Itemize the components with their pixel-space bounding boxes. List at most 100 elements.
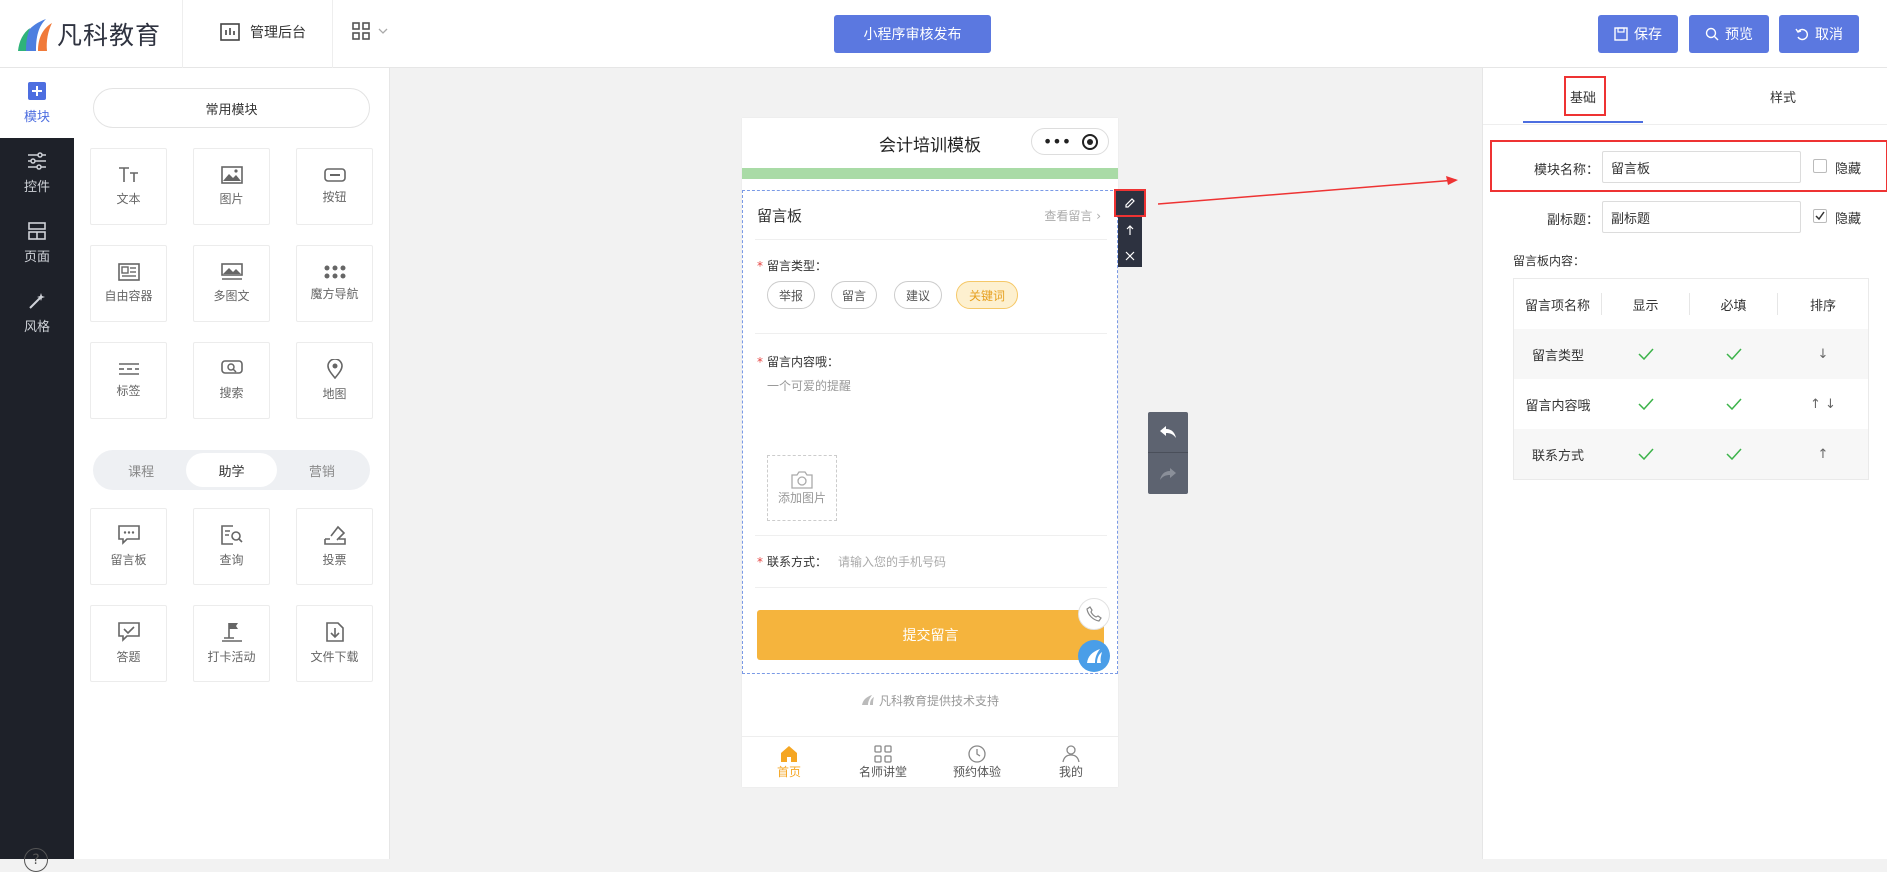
- redo-arrow-icon: [1160, 467, 1176, 480]
- sort-controls[interactable]: ↑: [1778, 429, 1868, 479]
- add-image-button[interactable]: 添加图片: [767, 455, 837, 521]
- divider: [1483, 124, 1887, 125]
- module-text[interactable]: 文本: [90, 148, 167, 225]
- submit-message-button[interactable]: 提交留言: [757, 610, 1104, 660]
- divider: [755, 535, 1107, 536]
- module-checkin[interactable]: 打卡活动: [193, 605, 270, 682]
- help-icon[interactable]: ?: [24, 848, 48, 872]
- table-row: 留言类型 ↓: [1514, 329, 1868, 379]
- preview-button[interactable]: 预览: [1689, 15, 1769, 53]
- tab-study[interactable]: 助学: [186, 453, 277, 487]
- nav-label: 页面: [23, 249, 50, 265]
- tab-teachers[interactable]: 名师讲堂: [836, 737, 930, 787]
- contact-input[interactable]: 请输入您的手机号码: [838, 553, 946, 570]
- delete-button[interactable]: [1118, 243, 1142, 269]
- phone-preview: 会计培训模板 ••• 留言板 查看留言 › * 留言类型： 举报 留言 建议 关键…: [742, 118, 1118, 787]
- message-items-table: 留言项名称 显示 必填 排序 留言类型 ↓ 留言内容哦 ↑ ↓ 联系方式 ↑: [1513, 278, 1869, 480]
- search-box-icon: [220, 360, 243, 374]
- edit-button[interactable]: [1114, 189, 1146, 217]
- module-search[interactable]: 搜索: [193, 342, 270, 419]
- brand-name: 凡科教育: [57, 21, 162, 50]
- cancel-button[interactable]: 取消: [1779, 15, 1859, 53]
- subtitle-input[interactable]: 副标题: [1602, 201, 1801, 233]
- move-up-button[interactable]: [1118, 217, 1142, 243]
- magic-wand-icon: [29, 292, 45, 309]
- more-dots-icon: •••: [1042, 131, 1072, 151]
- check-icon: [1638, 448, 1654, 460]
- module-button[interactable]: 按钮: [296, 148, 373, 225]
- module-free-container[interactable]: 自由容器: [90, 245, 167, 322]
- preview-label: 预览: [1725, 27, 1753, 43]
- module-label: 标签: [116, 384, 141, 398]
- content-section-label: 留言板内容：: [1513, 254, 1586, 268]
- common-modules-header[interactable]: 常用模块: [93, 88, 370, 128]
- hide-subtitle-checkbox[interactable]: [1813, 209, 1827, 223]
- phone-tab-bar: 首页 名师讲堂 预约体验 我的: [742, 736, 1118, 787]
- content-textarea[interactable]: 一个可爱的提醒: [767, 377, 851, 394]
- module-tag[interactable]: 标签: [90, 342, 167, 419]
- brand-logo[interactable]: 凡科教育: [16, 10, 182, 58]
- module-label: 答题: [116, 650, 141, 664]
- admin-link[interactable]: 管理后台: [220, 22, 306, 42]
- module-name-input[interactable]: 留言板: [1602, 151, 1801, 183]
- board-title: 留言板: [757, 207, 803, 225]
- tag-message[interactable]: 留言: [831, 281, 877, 309]
- tag-suggestion[interactable]: 建议: [894, 281, 942, 309]
- module-magic-nav[interactable]: 魔方导航: [296, 245, 373, 322]
- tag-report[interactable]: 举报: [767, 281, 815, 309]
- check-icon: [1726, 348, 1742, 360]
- module-quiz[interactable]: 答题: [90, 605, 167, 682]
- nav-item-modules[interactable]: 模块: [0, 68, 74, 138]
- tab-mine[interactable]: 我的: [1024, 737, 1118, 787]
- undo-button[interactable]: [1148, 412, 1188, 453]
- redo-button[interactable]: [1148, 453, 1188, 494]
- module-image[interactable]: 图片: [193, 148, 270, 225]
- tab-booking[interactable]: 预约体验: [930, 737, 1024, 787]
- module-query[interactable]: 查询: [193, 508, 270, 585]
- table-row: 联系方式 ↑: [1514, 429, 1868, 479]
- show-toggle[interactable]: [1602, 329, 1690, 379]
- save-icon: [1614, 27, 1628, 41]
- show-toggle[interactable]: [1602, 429, 1690, 479]
- save-button[interactable]: 保存: [1598, 15, 1678, 53]
- item-name: 留言类型: [1531, 348, 1584, 364]
- module-label: 留言板: [110, 553, 147, 567]
- powered-text: 凡科教育提供技术支持: [878, 694, 999, 708]
- view-messages-link[interactable]: 查看留言 ›: [1044, 207, 1101, 224]
- sort-controls[interactable]: ↑ ↓: [1778, 379, 1868, 429]
- powered-by: 凡科教育提供技术支持: [742, 692, 1118, 709]
- nav-item-style[interactable]: 风格: [0, 278, 74, 348]
- module-message-board[interactable]: 留言板: [90, 508, 167, 585]
- nav-label: 控件: [23, 179, 50, 195]
- tab-course[interactable]: 课程: [96, 453, 186, 487]
- apps-menu[interactable]: [352, 22, 388, 40]
- module-map[interactable]: 地图: [296, 342, 373, 419]
- brand-float-button[interactable]: [1078, 640, 1110, 672]
- content-label-text: 留言内容哦：: [767, 355, 840, 369]
- tab-style[interactable]: 样式: [1723, 68, 1843, 124]
- active-tab-indicator: [1523, 121, 1643, 123]
- sort-controls[interactable]: ↓: [1778, 329, 1868, 379]
- nav-item-pages[interactable]: 页面: [0, 208, 74, 278]
- hide-title-checkbox[interactable]: [1813, 159, 1827, 173]
- publish-button[interactable]: 小程序审核发布: [834, 15, 991, 53]
- required-toggle[interactable]: [1690, 379, 1778, 429]
- miniapp-capsule[interactable]: •••: [1031, 128, 1109, 155]
- tab-marketing[interactable]: 营销: [277, 453, 367, 487]
- module-file-download[interactable]: 文件下载: [296, 605, 373, 682]
- module-vote[interactable]: 投票: [296, 508, 373, 585]
- clock-icon: [968, 744, 986, 763]
- phone-call-button[interactable]: [1078, 598, 1110, 630]
- undo-arrow-icon: [1160, 426, 1176, 438]
- message-board-module[interactable]: 留言板 查看留言 › * 留言类型： 举报 留言 建议 关键词 * 留言内容哦： 一…: [742, 190, 1118, 674]
- module-multi-image-text[interactable]: 多图文: [193, 245, 270, 322]
- required-toggle[interactable]: [1690, 429, 1778, 479]
- divider: [755, 239, 1107, 240]
- show-toggle[interactable]: [1602, 379, 1690, 429]
- apps-grid-icon: [352, 22, 370, 40]
- nav-item-controls[interactable]: 控件: [0, 138, 74, 208]
- required-toggle[interactable]: [1690, 329, 1778, 379]
- tag-keyword[interactable]: 关键词: [956, 281, 1018, 309]
- module-label: 多图文: [213, 289, 250, 303]
- tab-home[interactable]: 首页: [742, 737, 836, 787]
